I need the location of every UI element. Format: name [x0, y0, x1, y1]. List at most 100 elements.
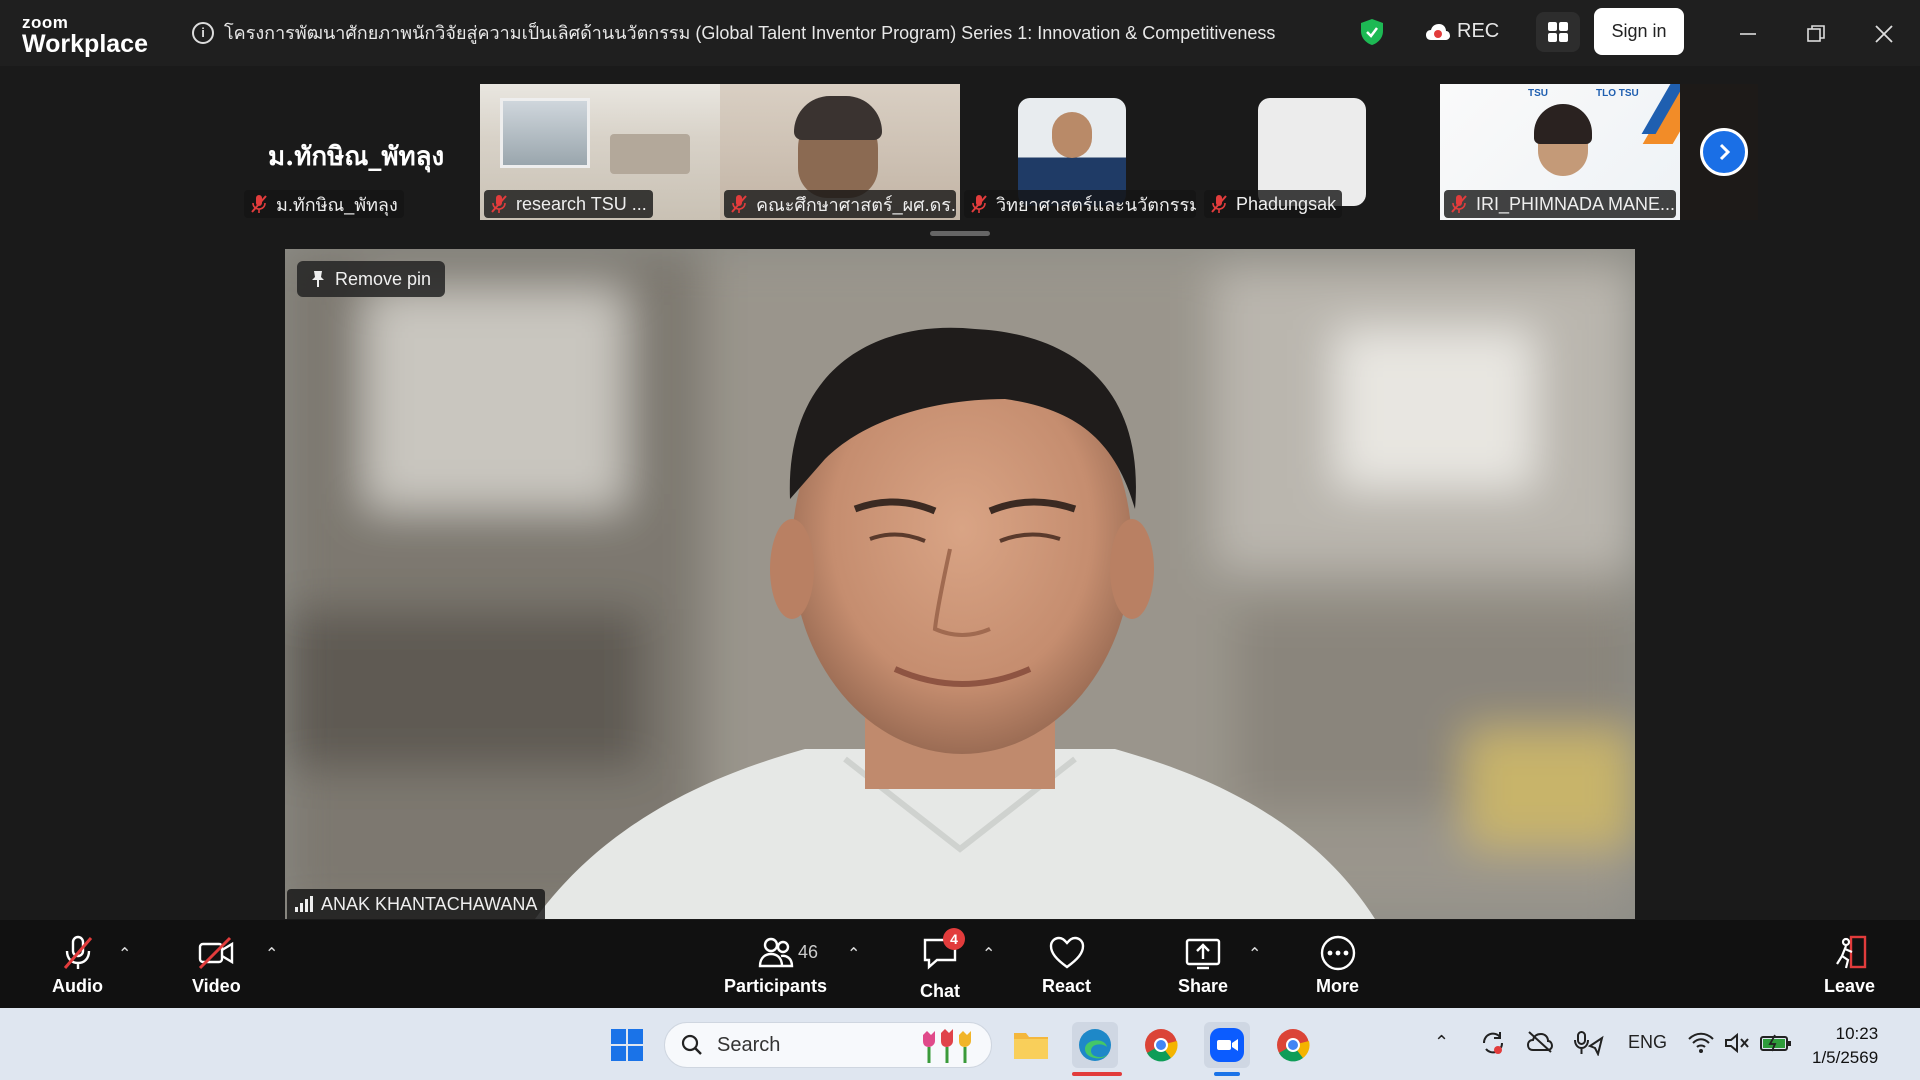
- chrome-icon: [1277, 1029, 1310, 1062]
- mic-muted-icon: [731, 195, 747, 213]
- clock-time: 10:23: [1835, 1024, 1879, 1043]
- zoom-active-indicator: [1214, 1072, 1240, 1076]
- mic-muted-icon: [1211, 195, 1227, 213]
- remove-pin-button[interactable]: Remove pin: [297, 261, 446, 297]
- wifi-icon[interactable]: [1688, 1032, 1714, 1054]
- participant-tile[interactable]: research TSU ...: [480, 84, 720, 220]
- video-feed: [285, 249, 1635, 919]
- participant-tile-active[interactable]: ม.ทักษิณ_พัทลุง ม.ทักษิณ_พัทลุง: [240, 84, 480, 220]
- edge-active-indicator: [1072, 1072, 1122, 1076]
- file-explorer-button[interactable]: [1008, 1022, 1054, 1068]
- more-icon: [1320, 935, 1355, 971]
- participant-name-tag: IRI_PHIMNADA MANE...: [1444, 190, 1676, 218]
- active-speaker-name: ม.ทักษิณ_พัทลุง: [268, 142, 445, 172]
- participants-icon: [758, 937, 793, 968]
- gallery-next-button[interactable]: [1700, 128, 1748, 176]
- chat-options-chevron-up-icon[interactable]: ⌃: [982, 944, 995, 964]
- participant-tile[interactable]: คณะศึกษาศาสตร์_ผศ.ดร....: [720, 84, 960, 220]
- folder-icon: [1014, 1033, 1048, 1059]
- strip-resize-handle[interactable]: [930, 231, 990, 236]
- chat-unread-badge: 4: [943, 928, 965, 950]
- leave-icon: [1835, 935, 1866, 969]
- title-bar: zoom Workplace i โครงการพัฒนาศักยภาพนักว…: [0, 0, 1920, 66]
- search-icon: [681, 1034, 702, 1055]
- close-button[interactable]: [1864, 14, 1904, 54]
- restore-button[interactable]: [1796, 14, 1836, 54]
- video-options-chevron-up-icon[interactable]: ⌃: [265, 944, 278, 964]
- security-shield-icon[interactable]: [1360, 18, 1384, 46]
- participant-name-tag: research TSU ...: [484, 190, 653, 218]
- avatar-face: [1052, 112, 1092, 158]
- windows-logo-icon: [611, 1029, 643, 1061]
- participant-name: research TSU ...: [516, 193, 647, 214]
- participant-name: ม.ทักษิณ_พัทลุง: [276, 194, 398, 215]
- share-screen-icon: [1185, 938, 1221, 970]
- microphone-location-icon[interactable]: [1574, 1030, 1604, 1056]
- search-placeholder: Search: [717, 1033, 781, 1056]
- tsu-logo-text: TSU: [1528, 88, 1548, 99]
- cloud-off-icon[interactable]: [1526, 1030, 1554, 1054]
- chrome-button[interactable]: [1138, 1022, 1184, 1068]
- participant-name: IRI_PHIMNADA MANE...: [1476, 193, 1676, 214]
- participant-tile[interactable]: Phadungsak: [1200, 84, 1440, 220]
- tlo-logo-text: TLO TSU: [1596, 88, 1639, 99]
- tlo-logo: TLO TSU: [1596, 88, 1639, 99]
- taskbar-search[interactable]: Search: [664, 1022, 992, 1068]
- chat-label: Chat: [920, 981, 960, 1001]
- participant-name-tag: ม.ทักษิณ_พัทลุง: [244, 190, 404, 218]
- rec-label: REC: [1457, 20, 1500, 42]
- pin-icon: [312, 271, 324, 287]
- tulips-icon: [923, 1029, 971, 1063]
- brand-zoom: zoom: [22, 13, 69, 32]
- more-button[interactable]: More: [1316, 934, 1359, 997]
- meeting-info[interactable]: i โครงการพัฒนาศักยภาพนักวิจัยสู่ความเป็น…: [192, 18, 1275, 47]
- recording-indicator[interactable]: REC: [1425, 20, 1499, 43]
- cloud-record-icon: [1426, 23, 1450, 40]
- close-icon: [1875, 25, 1893, 43]
- apps-button[interactable]: [1536, 12, 1580, 52]
- info-icon[interactable]: i: [192, 21, 214, 44]
- participant-tile[interactable]: TSU TLO TSU IRI_PHIMNADA MANE...: [1440, 84, 1680, 220]
- volume-muted-icon[interactable]: [1724, 1032, 1750, 1054]
- mic-muted-icon: [1451, 195, 1467, 213]
- edge-icon: [1079, 1029, 1111, 1061]
- video-feed: [500, 98, 590, 168]
- mic-muted-icon: [971, 195, 987, 213]
- mic-muted-icon: [491, 195, 507, 213]
- clock-date: 1/5/2569: [1812, 1048, 1879, 1067]
- system-clock[interactable]: 10:23 1/5/2569: [1812, 1022, 1878, 1070]
- zoom-app-button[interactable]: [1204, 1022, 1250, 1068]
- remove-pin-label: Remove pin: [335, 268, 432, 289]
- participant-name: คณะศึกษาศาสตร์_ผศ.ดร....: [756, 194, 956, 215]
- input-language[interactable]: ENG: [1628, 1032, 1667, 1053]
- leave-button[interactable]: Leave: [1824, 934, 1875, 997]
- meeting-title: โครงการพัฒนาศักยภาพนักวิจัยสู่ความเป็นเล…: [224, 23, 1276, 43]
- minimize-icon: [1740, 33, 1756, 35]
- start-button[interactable]: [604, 1022, 650, 1068]
- leave-label: Leave: [1824, 976, 1876, 996]
- share-options-chevron-up-icon[interactable]: ⌃: [1248, 944, 1261, 964]
- audio-options-chevron-up-icon[interactable]: ⌃: [118, 944, 131, 964]
- windows-taskbar: Search ⌃ ENG 10:23 1/5/2569: [0, 1008, 1920, 1080]
- share-button[interactable]: Share: [1178, 934, 1228, 997]
- apps-grid-icon: [1548, 22, 1568, 42]
- battery-charging-icon[interactable]: [1760, 1034, 1792, 1052]
- tsu-logo: TSU: [1528, 88, 1548, 99]
- participants-count: 46: [798, 942, 819, 962]
- tray-overflow-chevron-up-icon[interactable]: ⌃: [1434, 1032, 1449, 1053]
- participants-options-chevron-up-icon[interactable]: ⌃: [847, 944, 860, 964]
- chrome-profile-button[interactable]: [1270, 1022, 1316, 1068]
- react-button[interactable]: React: [1042, 934, 1091, 997]
- mic-muted-icon: [63, 935, 92, 969]
- edge-browser-button[interactable]: [1072, 1022, 1118, 1068]
- speaker-name-tag: ANAK KHANTACHAWANA: [287, 889, 546, 919]
- pinned-video[interactable]: Remove pin ANAK KHANTACHAWANA: [285, 249, 1635, 919]
- zoom-workplace-logo: zoom Workplace: [22, 14, 148, 57]
- audio-button[interactable]: Audio: [52, 934, 103, 997]
- minimize-button[interactable]: [1728, 14, 1768, 54]
- participant-tile[interactable]: วิทยาศาสตร์และนวัตกรรม...: [960, 84, 1200, 220]
- video-button[interactable]: Video: [192, 934, 241, 997]
- sign-in-button[interactable]: Sign in: [1594, 8, 1684, 55]
- sync-icon[interactable]: [1480, 1030, 1506, 1056]
- chat-button[interactable]: 4 Chat: [920, 928, 965, 1002]
